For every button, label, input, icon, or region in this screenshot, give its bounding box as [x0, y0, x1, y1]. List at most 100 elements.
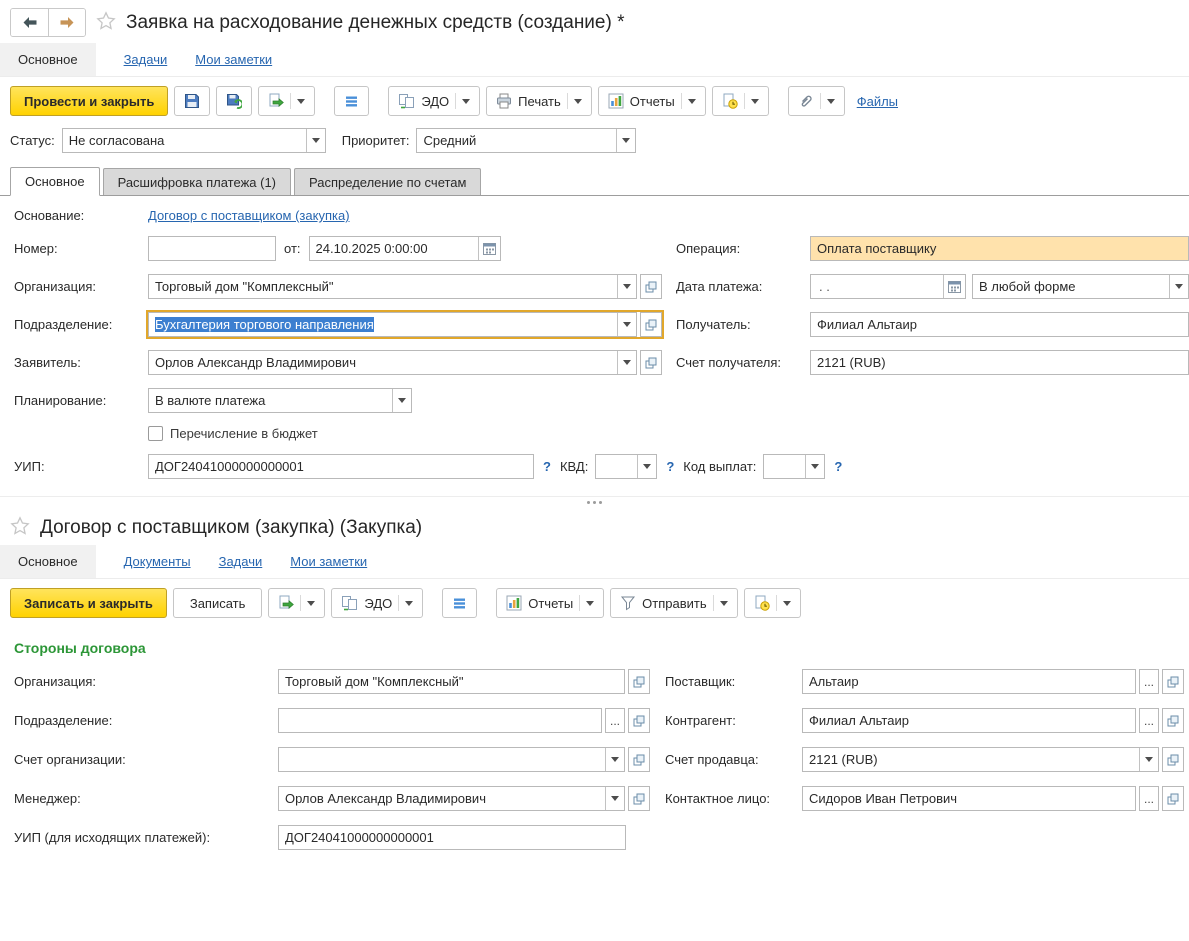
- document-date-field[interactable]: [309, 236, 501, 261]
- manager-open-button[interactable]: [628, 786, 650, 811]
- payout-code-help-link[interactable]: ?: [834, 459, 842, 474]
- department-choose-button[interactable]: ...: [605, 708, 625, 733]
- edo-button[interactable]: ЭДО: [331, 588, 423, 618]
- history-doc-button[interactable]: [712, 86, 769, 116]
- kvd-dropdown-button[interactable]: [637, 455, 656, 478]
- budget-transfer-checkbox[interactable]: [148, 426, 163, 441]
- number-input[interactable]: [149, 241, 275, 256]
- supplier-choose-button[interactable]: ...: [1139, 669, 1159, 694]
- counterparty-open-button[interactable]: [1162, 708, 1184, 733]
- nav-tab-main[interactable]: Основное: [0, 43, 96, 76]
- save-button[interactable]: [174, 86, 210, 116]
- uip-field[interactable]: [278, 825, 626, 850]
- save-refresh-button[interactable]: [216, 86, 252, 116]
- basis-link[interactable]: Договор с поставщиком (закупка): [148, 208, 350, 223]
- create-based-on-button[interactable]: [258, 86, 315, 116]
- files-link[interactable]: Файлы: [857, 94, 898, 109]
- send-button[interactable]: Отправить: [610, 588, 737, 618]
- uip-field[interactable]: [148, 454, 534, 479]
- create-based-on-button[interactable]: [268, 588, 325, 618]
- kvd-select[interactable]: [595, 454, 657, 479]
- payment-date-field[interactable]: . .: [810, 274, 966, 299]
- org-account-open-button[interactable]: [628, 747, 650, 772]
- manager-dropdown-button[interactable]: [605, 787, 624, 810]
- organization-field[interactable]: Торговый дом "Комплексный": [148, 274, 637, 299]
- applicant-dropdown-button[interactable]: [617, 351, 636, 374]
- edo-button[interactable]: ЭДО: [388, 86, 480, 116]
- supplier-field[interactable]: Альтаир: [802, 669, 1136, 694]
- counterparty-choose-button[interactable]: ...: [1139, 708, 1159, 733]
- org-account-dropdown-button[interactable]: [605, 748, 624, 771]
- kvd-help-link[interactable]: ?: [666, 459, 674, 474]
- applicant-field[interactable]: Орлов Александр Владимирович: [148, 350, 637, 375]
- planning-select[interactable]: В валюте платежа: [148, 388, 412, 413]
- applicant-open-button[interactable]: [640, 350, 662, 375]
- contact-open-button[interactable]: [1162, 786, 1184, 811]
- seller-account-dropdown-button[interactable]: [1139, 748, 1158, 771]
- nav-tab-tasks[interactable]: Задачи: [124, 52, 168, 67]
- org-account-field[interactable]: [278, 747, 625, 772]
- save-and-close-button[interactable]: Записать и закрыть: [10, 588, 167, 618]
- organization-field[interactable]: Торговый дом "Комплексный": [278, 669, 625, 694]
- back-button[interactable]: [11, 9, 48, 36]
- manager-field[interactable]: Орлов Александр Владимирович: [278, 786, 625, 811]
- contact-field[interactable]: Сидоров Иван Петрович: [802, 786, 1136, 811]
- history-doc-button[interactable]: [744, 588, 801, 618]
- tab-payment-breakdown[interactable]: Расшифровка платежа (1): [103, 168, 291, 195]
- priority-dropdown-button[interactable]: [616, 129, 635, 152]
- reports-button[interactable]: Отчеты: [496, 588, 604, 618]
- print-button[interactable]: Печать: [486, 86, 592, 116]
- nav-tab-tasks[interactable]: Задачи: [219, 554, 263, 569]
- tab-account-distribution[interactable]: Распределение по счетам: [294, 168, 481, 195]
- forward-button[interactable]: [48, 9, 85, 36]
- seller-account-open-button[interactable]: [1162, 747, 1184, 772]
- supplier-open-button[interactable]: [1162, 669, 1184, 694]
- priority-select[interactable]: Средний: [416, 128, 636, 153]
- tab-main[interactable]: Основное: [10, 167, 100, 196]
- manager-label: Менеджер:: [14, 791, 278, 806]
- planning-dropdown-button[interactable]: [392, 389, 411, 412]
- payment-form-dropdown-button[interactable]: [1169, 275, 1188, 298]
- payout-code-select[interactable]: [763, 454, 825, 479]
- uip-input[interactable]: [149, 459, 533, 474]
- counterparty-field[interactable]: Филиал Альтаир: [802, 708, 1136, 733]
- organization-open-button[interactable]: [640, 274, 662, 299]
- calendar-button[interactable]: [478, 237, 500, 260]
- department-dropdown-button[interactable]: [617, 313, 636, 336]
- department-open-button[interactable]: [628, 708, 650, 733]
- nav-tab-notes[interactable]: Мои заметки: [290, 554, 367, 569]
- organization-open-button[interactable]: [628, 669, 650, 694]
- contact-choose-button[interactable]: ...: [1139, 786, 1159, 811]
- uip-input[interactable]: [279, 830, 625, 845]
- nav-tab-notes[interactable]: Мои заметки: [195, 52, 272, 67]
- nav-tab-documents[interactable]: Документы: [124, 554, 191, 569]
- save-button[interactable]: Записать: [173, 588, 263, 618]
- seller-account-value: 2121 (RUB): [803, 752, 1139, 767]
- document-date-input[interactable]: [310, 241, 478, 256]
- document-clock-icon: [754, 595, 770, 611]
- favorite-star-icon[interactable]: [10, 516, 30, 539]
- post-and-close-button[interactable]: Провести и закрыть: [10, 86, 168, 116]
- uip-help-link[interactable]: ?: [543, 459, 551, 474]
- department-open-button[interactable]: [640, 312, 662, 337]
- organization-dropdown-button[interactable]: [617, 275, 636, 298]
- seller-account-field[interactable]: 2121 (RUB): [802, 747, 1159, 772]
- recipient-account-field[interactable]: 2121 (RUB): [810, 350, 1189, 375]
- calendar-button[interactable]: [943, 275, 965, 298]
- window-splitter-handle[interactable]: [0, 496, 1189, 508]
- structure-button[interactable]: [334, 86, 369, 116]
- status-dropdown-button[interactable]: [306, 129, 325, 152]
- reports-button[interactable]: Отчеты: [598, 86, 706, 116]
- department-field[interactable]: [278, 708, 602, 733]
- number-field[interactable]: [148, 236, 276, 261]
- payment-form-select[interactable]: В любой форме: [972, 274, 1189, 299]
- payout-code-dropdown-button[interactable]: [805, 455, 824, 478]
- nav-tab-main[interactable]: Основное: [0, 545, 96, 578]
- recipient-field[interactable]: Филиал Альтаир: [810, 312, 1189, 337]
- favorite-star-icon[interactable]: [96, 11, 116, 34]
- structure-button[interactable]: [442, 588, 477, 618]
- operation-field[interactable]: Оплата поставщику: [810, 236, 1189, 261]
- attachments-button[interactable]: [788, 86, 845, 116]
- department-field[interactable]: Бухгалтерия торгового направления: [148, 312, 637, 337]
- status-select[interactable]: Не согласована: [62, 128, 326, 153]
